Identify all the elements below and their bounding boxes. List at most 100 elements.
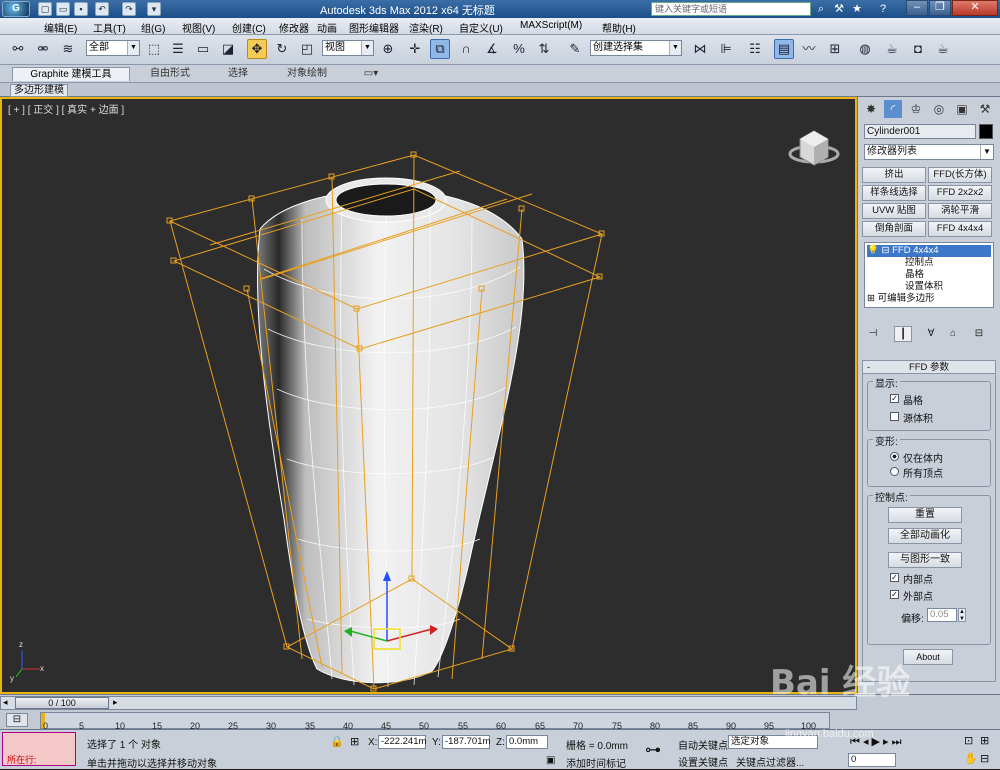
maxscript-listener[interactable]: 所在行: — [2, 732, 76, 766]
angle-snap-icon[interactable]: ∡ — [482, 39, 502, 59]
select-object-icon[interactable]: ⬚ — [144, 39, 164, 59]
remove-modifier-icon[interactable]: ⌂ — [944, 326, 962, 342]
configure-sets-icon[interactable]: ⊟ — [970, 326, 988, 342]
zoom-extents-all-icon[interactable]: ⊞ — [980, 734, 989, 747]
curve-editor-icon[interactable]: 〰 — [799, 39, 819, 59]
modifier-ffd2-button[interactable]: FFD 2x2x2 — [928, 185, 992, 201]
render-setup-icon[interactable]: ☕ — [882, 39, 902, 59]
favorites-star-icon[interactable]: ★ — [850, 2, 864, 16]
menu-modifiers[interactable]: 修改器 — [279, 20, 309, 35]
layer-manager-icon[interactable]: ☷ — [745, 39, 765, 59]
expand-icon[interactable]: ⊟ — [881, 245, 889, 256]
modifier-extrude-button[interactable]: 挤出 — [862, 167, 926, 183]
restore-button[interactable]: ❐ — [929, 0, 951, 16]
maximize-viewport-icon[interactable]: ⊟ — [980, 752, 989, 765]
modify-panel-icon[interactable]: ◜ — [884, 100, 902, 118]
key-icon[interactable]: ⊶ — [645, 740, 661, 760]
save-file-icon[interactable]: ▪ — [74, 2, 88, 16]
modifier-bevel-profile-button[interactable]: 倒角剖面 — [862, 221, 926, 237]
stack-item-ffd444[interactable]: 💡 ⊟ FFD 4x4x4 — [867, 245, 991, 257]
time-slider-thumb[interactable]: 0 / 100 — [15, 697, 109, 709]
hierarchy-panel-icon[interactable]: ♔ — [907, 100, 925, 118]
undo-icon[interactable]: ↶ — [95, 2, 109, 16]
minimize-button[interactable]: – — [906, 0, 928, 16]
add-time-tag[interactable]: 添加时间标记 — [566, 755, 626, 770]
x-coordinate-input[interactable]: -222.241m — [378, 735, 426, 749]
bind-spacewarp-icon[interactable]: ≋ — [58, 39, 78, 59]
unlink-icon[interactable]: ⚮ — [33, 39, 53, 59]
selection-filter-dropdown[interactable]: 全部 ▼ — [86, 40, 140, 56]
tab-freeform[interactable]: 自由形式 — [140, 67, 200, 81]
only-in-volume-radio[interactable] — [890, 452, 899, 461]
key-filters-button[interactable]: 关键点过滤器... — [736, 754, 804, 769]
stack-item-lattice[interactable]: 晶格 — [905, 269, 924, 281]
lattice-checkbox[interactable]: ✓ — [890, 394, 899, 403]
pin-stack-icon[interactable]: ⊣ — [864, 326, 882, 342]
mirror-icon[interactable]: ⋈ — [690, 39, 710, 59]
source-volume-checkbox[interactable] — [890, 412, 899, 421]
object-color-swatch[interactable] — [979, 124, 993, 139]
tab-object-paint[interactable]: 对象绘制 — [276, 67, 338, 81]
create-panel-icon[interactable]: ✸ — [862, 100, 880, 118]
add-time-tag-icon[interactable]: ▣ — [546, 755, 555, 766]
conform-to-shape-button[interactable]: 与图形一致 — [888, 552, 962, 568]
menu-tools[interactable]: 工具(T) — [93, 20, 126, 35]
prev-frame-icon[interactable]: ◂ — [3, 697, 8, 708]
manipulate-icon[interactable]: ✛ — [405, 39, 425, 59]
modifier-spline-select-button[interactable]: 样条线选择 — [862, 185, 926, 201]
window-crossing-icon[interactable]: ◪ — [218, 39, 238, 59]
align-icon[interactable]: ⊫ — [716, 39, 736, 59]
material-editor-icon[interactable]: ◍ — [855, 39, 875, 59]
search-input[interactable]: 键入关键字或短语 — [651, 2, 811, 16]
track-bar[interactable]: 0 5 10 15 20 25 30 35 40 45 50 55 60 65 … — [40, 712, 830, 731]
next-frame-icon[interactable]: ▸ — [113, 697, 118, 708]
select-rotate-icon[interactable]: ↻ — [272, 39, 292, 59]
edit-named-selection-icon[interactable]: ✎ — [565, 39, 585, 59]
set-key-button[interactable]: 设置关键点 — [678, 754, 728, 769]
current-frame-input[interactable]: 0 — [848, 753, 896, 767]
spinner-snap-icon[interactable]: ⇅ — [534, 39, 554, 59]
lock-selection-icon[interactable]: 🔒 — [330, 735, 344, 748]
schematic-view-icon[interactable]: ⊞ — [825, 39, 845, 59]
menu-customize[interactable]: 自定义(U) — [459, 20, 503, 35]
select-by-name-icon[interactable]: ☰ — [168, 39, 188, 59]
stack-item-set-volume[interactable]: 设置体积 — [905, 281, 943, 293]
close-button[interactable]: ✕ — [952, 0, 998, 16]
pan-view-icon[interactable]: ✋ — [964, 752, 978, 765]
tab-selection[interactable]: 选择 — [210, 67, 266, 81]
tab-graphite-modeling[interactable]: Graphite 建模工具 — [12, 67, 130, 81]
rollout-header[interactable]: - FFD 参数 — [863, 361, 995, 374]
link-icon[interactable]: ⚯ — [8, 39, 28, 59]
z-coordinate-input[interactable]: 0.0mm — [506, 735, 548, 749]
menu-maxscript[interactable]: MAXScript(M) — [520, 20, 582, 31]
zoom-extents-icon[interactable]: ⊡ — [964, 734, 973, 747]
ribbon-options-icon[interactable]: ▭▾ — [360, 67, 382, 81]
absolute-mode-icon[interactable]: ⊞ — [350, 735, 359, 748]
snaps-toggle-icon[interactable]: ∩ — [456, 39, 476, 59]
menu-animation[interactable]: 动画 — [317, 20, 337, 35]
menu-rendering[interactable]: 渲染(R) — [409, 20, 443, 35]
render-production-icon[interactable]: ☕ — [933, 39, 953, 59]
rect-selection-icon[interactable]: ▭ — [193, 39, 213, 59]
quick-access-dropdown-icon[interactable]: ▾ — [147, 2, 161, 16]
modifier-list-dropdown[interactable]: 修改器列表 ▼ — [864, 144, 994, 160]
menu-group[interactable]: 组(G) — [141, 20, 165, 35]
all-vertices-radio[interactable] — [890, 467, 899, 476]
auto-key-button[interactable]: 自动关键点 — [678, 737, 728, 752]
open-file-icon[interactable]: ▭ — [56, 2, 70, 16]
object-name-field[interactable]: Cylinder001 — [864, 124, 976, 139]
offset-spinner-icon[interactable]: ▲ ▼ — [958, 608, 966, 622]
mini-curve-editor-icon[interactable]: ⊟ — [6, 713, 28, 727]
outside-points-checkbox[interactable]: ✓ — [890, 590, 899, 599]
menu-help[interactable]: 帮助(H) — [602, 20, 636, 35]
expand-icon[interactable]: ⊞ — [867, 293, 875, 304]
graphite-toggle-icon[interactable]: ▤ — [774, 39, 794, 59]
offset-input[interactable]: 0.05 — [927, 608, 957, 622]
stack-item-control-points[interactable]: 控制点 — [905, 257, 934, 269]
redo-icon[interactable]: ↷ — [122, 2, 136, 16]
menu-create[interactable]: 创建(C) — [232, 20, 266, 35]
keyboard-shortcut-override-icon[interactable]: ⧉ — [430, 39, 450, 59]
named-selection-dropdown[interactable]: 创建选择集 ▼ — [590, 40, 682, 56]
polygon-modeling-panel[interactable]: 多边形建模 — [10, 84, 68, 97]
lightbulb-icon[interactable]: 💡 — [867, 245, 879, 256]
